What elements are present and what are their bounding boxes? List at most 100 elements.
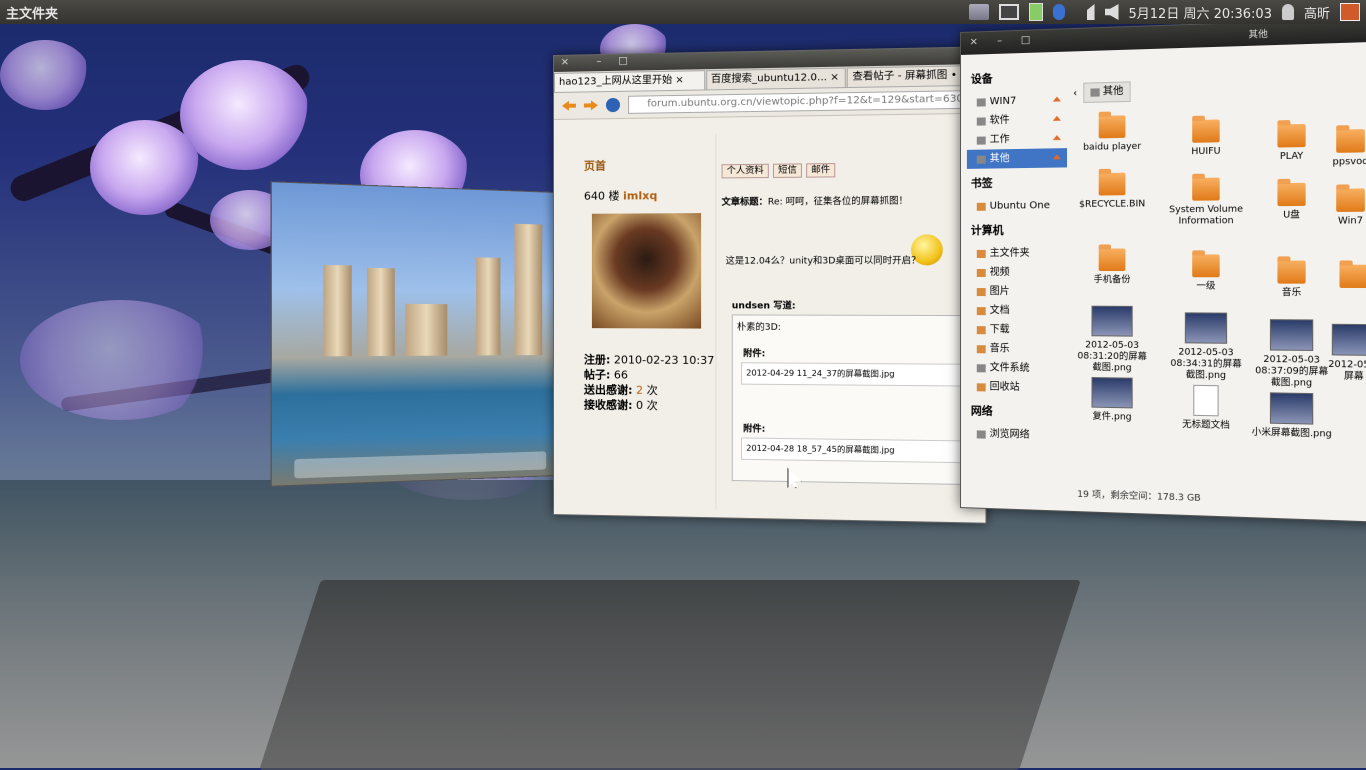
image-thumbnail bbox=[1091, 377, 1133, 409]
minimize-icon[interactable]: – bbox=[594, 56, 604, 67]
place-item[interactable]: 文档 bbox=[967, 301, 1067, 321]
browser-tab[interactable]: hao123_上网从这里开始 × bbox=[553, 70, 705, 92]
file-item[interactable]: 2012-05-03 08:31:20的屏幕截图.png bbox=[1073, 305, 1151, 375]
file-item[interactable]: ppsvod bbox=[1318, 129, 1366, 169]
drive-icon bbox=[976, 135, 986, 145]
battery-icon[interactable] bbox=[1028, 3, 1043, 21]
user-name[interactable]: 高昕 bbox=[1304, 3, 1330, 22]
mail-icon[interactable] bbox=[998, 4, 1019, 20]
eject-icon[interactable] bbox=[1053, 96, 1061, 103]
breadcrumb[interactable]: 其他 bbox=[1083, 81, 1131, 104]
blossom bbox=[180, 60, 310, 170]
folder-icon bbox=[1277, 260, 1306, 284]
file-item[interactable]: 2012-05-03 08:37:09的屏幕截图.png bbox=[1251, 319, 1333, 390]
floor-number: 640 楼 imlxq bbox=[583, 189, 658, 203]
photo-window[interactable] bbox=[270, 181, 557, 487]
eject-icon[interactable] bbox=[1053, 135, 1061, 142]
filesystem-icon bbox=[976, 363, 986, 372]
profile-button[interactable]: 个人资料 bbox=[721, 163, 769, 179]
place-item[interactable]: 文件系统 bbox=[967, 358, 1067, 379]
folder-icon bbox=[1098, 248, 1126, 272]
file-item[interactable] bbox=[1326, 264, 1366, 293]
device-item[interactable]: 软件 bbox=[967, 110, 1067, 131]
file-item[interactable]: HUIFU bbox=[1166, 119, 1246, 159]
file-item[interactable]: 复件.png bbox=[1073, 377, 1151, 424]
url-bar[interactable]: forum.ubuntu.org.cn/viewtopic.php?f=12&t… bbox=[628, 89, 980, 114]
building bbox=[514, 223, 543, 356]
device-item[interactable]: WIN7 bbox=[967, 90, 1067, 112]
drive-icon bbox=[1090, 88, 1100, 97]
file-item[interactable]: $RECYCLE.BIN bbox=[1073, 172, 1151, 211]
folder-icon bbox=[1192, 254, 1220, 278]
browser-tab[interactable]: 百度搜索_ubuntu12.0... × bbox=[705, 67, 847, 90]
minimize-icon[interactable]: – bbox=[995, 36, 1005, 47]
places-sidebar: 设备 WIN7 软件 工作 其他 书签 Ubuntu One 计算机 主文件夹 … bbox=[966, 62, 1068, 478]
attachment-link[interactable]: 2012-04-29 11_24_37的屏幕截图.jpg bbox=[741, 362, 985, 387]
building bbox=[405, 303, 448, 356]
user-icon bbox=[1281, 4, 1294, 20]
eject-icon[interactable] bbox=[1053, 116, 1061, 123]
network-icon[interactable] bbox=[968, 4, 989, 20]
image-thumbnail bbox=[1269, 392, 1314, 425]
device-item[interactable]: 工作 bbox=[967, 129, 1067, 150]
file-item[interactable]: 小米屏幕截图.png bbox=[1251, 392, 1333, 441]
volume-icon[interactable] bbox=[1104, 4, 1119, 20]
path-bar: ‹ 其他 bbox=[1073, 80, 1131, 104]
forward-icon[interactable] bbox=[584, 100, 598, 110]
device-item-selected[interactable]: 其他 bbox=[966, 148, 1068, 169]
session-icon[interactable] bbox=[1340, 3, 1360, 21]
file-item[interactable]: System Volume Information bbox=[1166, 177, 1246, 228]
file-item[interactable]: 一级 bbox=[1166, 254, 1246, 293]
tab-label: hao123_上网从这里开始 bbox=[558, 74, 673, 88]
place-item[interactable]: 视频 bbox=[967, 263, 1067, 282]
place-item[interactable]: 主文件夹 bbox=[967, 244, 1067, 263]
back-icon[interactable] bbox=[562, 101, 576, 111]
close-icon[interactable]: × bbox=[969, 36, 979, 47]
browser-window[interactable]: × – □ hao123_上网从这里开始 × 百度搜索_ubuntu12.0..… bbox=[553, 46, 987, 524]
close-icon[interactable]: × bbox=[830, 69, 839, 88]
post-title: 文章标题：Re: 呵呵，征集各位的屏幕抓图！ bbox=[721, 196, 909, 208]
pm-button[interactable]: 短信 bbox=[772, 163, 803, 178]
documents-folder-icon bbox=[976, 306, 986, 315]
file-item[interactable]: baidu player bbox=[1073, 115, 1151, 154]
folder-icon bbox=[1336, 129, 1365, 153]
clock[interactable]: 5月12日 周六 20:36:03 bbox=[1129, 3, 1272, 22]
network-item[interactable]: 浏览网络 bbox=[967, 424, 1067, 446]
close-icon[interactable]: × bbox=[675, 72, 684, 90]
tab-label: 查看帖子 - 屏幕抓图 • ... bbox=[852, 69, 971, 83]
bluetooth-icon[interactable] bbox=[1052, 4, 1065, 20]
signal-icon[interactable] bbox=[1074, 4, 1095, 20]
file-item[interactable]: 2012-05的屏幕 bbox=[1326, 323, 1366, 384]
file-manager-window[interactable]: × – □ 其他 设备 WIN7 软件 工作 其他 书签 Ubuntu One … bbox=[960, 17, 1366, 523]
section-bookmarks: 书签 bbox=[970, 176, 993, 190]
close-icon[interactable]: × bbox=[560, 57, 570, 68]
image-thumbnail bbox=[1184, 312, 1228, 344]
avatar bbox=[591, 213, 702, 329]
home-icon[interactable] bbox=[605, 97, 621, 113]
maximize-icon[interactable]: □ bbox=[618, 56, 628, 67]
file-item[interactable]: 音乐 bbox=[1251, 260, 1333, 300]
video-folder-icon bbox=[976, 268, 986, 277]
file-item[interactable]: Win7 bbox=[1318, 188, 1366, 228]
attachment-link[interactable]: 2012-04-28 18_57_45的屏幕截图.jpg bbox=[741, 437, 985, 464]
eject-icon[interactable] bbox=[1053, 154, 1061, 161]
attachment-label: 附件: bbox=[743, 424, 766, 435]
file-item[interactable]: 手机备份 bbox=[1073, 248, 1151, 286]
place-item[interactable]: 回收站 bbox=[967, 377, 1067, 398]
page-top-link[interactable]: 页首 bbox=[584, 157, 606, 173]
forum-post: 页首 640 楼 imlxq 注册: 2010-02-23 10:37 帖子: … bbox=[553, 130, 986, 514]
file-item[interactable]: 无标题文档 bbox=[1166, 384, 1246, 432]
folder-icon bbox=[1277, 123, 1306, 148]
post-body: 这是12.04么？unity和3D桌面可以同时开启？ bbox=[725, 256, 921, 267]
email-button[interactable]: 邮件 bbox=[806, 163, 836, 178]
chevron-left-icon[interactable]: ‹ bbox=[1073, 87, 1077, 98]
maximize-icon[interactable]: □ bbox=[1021, 35, 1031, 46]
building bbox=[323, 264, 352, 357]
bookmark-item[interactable]: Ubuntu One bbox=[967, 196, 1067, 216]
file-item[interactable]: 2012-05-03 08:34:31的屏幕截图.png bbox=[1166, 312, 1246, 382]
author-name[interactable]: imlxq bbox=[623, 189, 657, 202]
author-column: 页首 640 楼 imlxq 注册: 2010-02-23 10:37 帖子: … bbox=[553, 133, 717, 510]
place-item[interactable]: 图片 bbox=[967, 282, 1067, 301]
place-item[interactable]: 下载 bbox=[967, 320, 1067, 340]
place-item[interactable]: 音乐 bbox=[967, 339, 1067, 359]
